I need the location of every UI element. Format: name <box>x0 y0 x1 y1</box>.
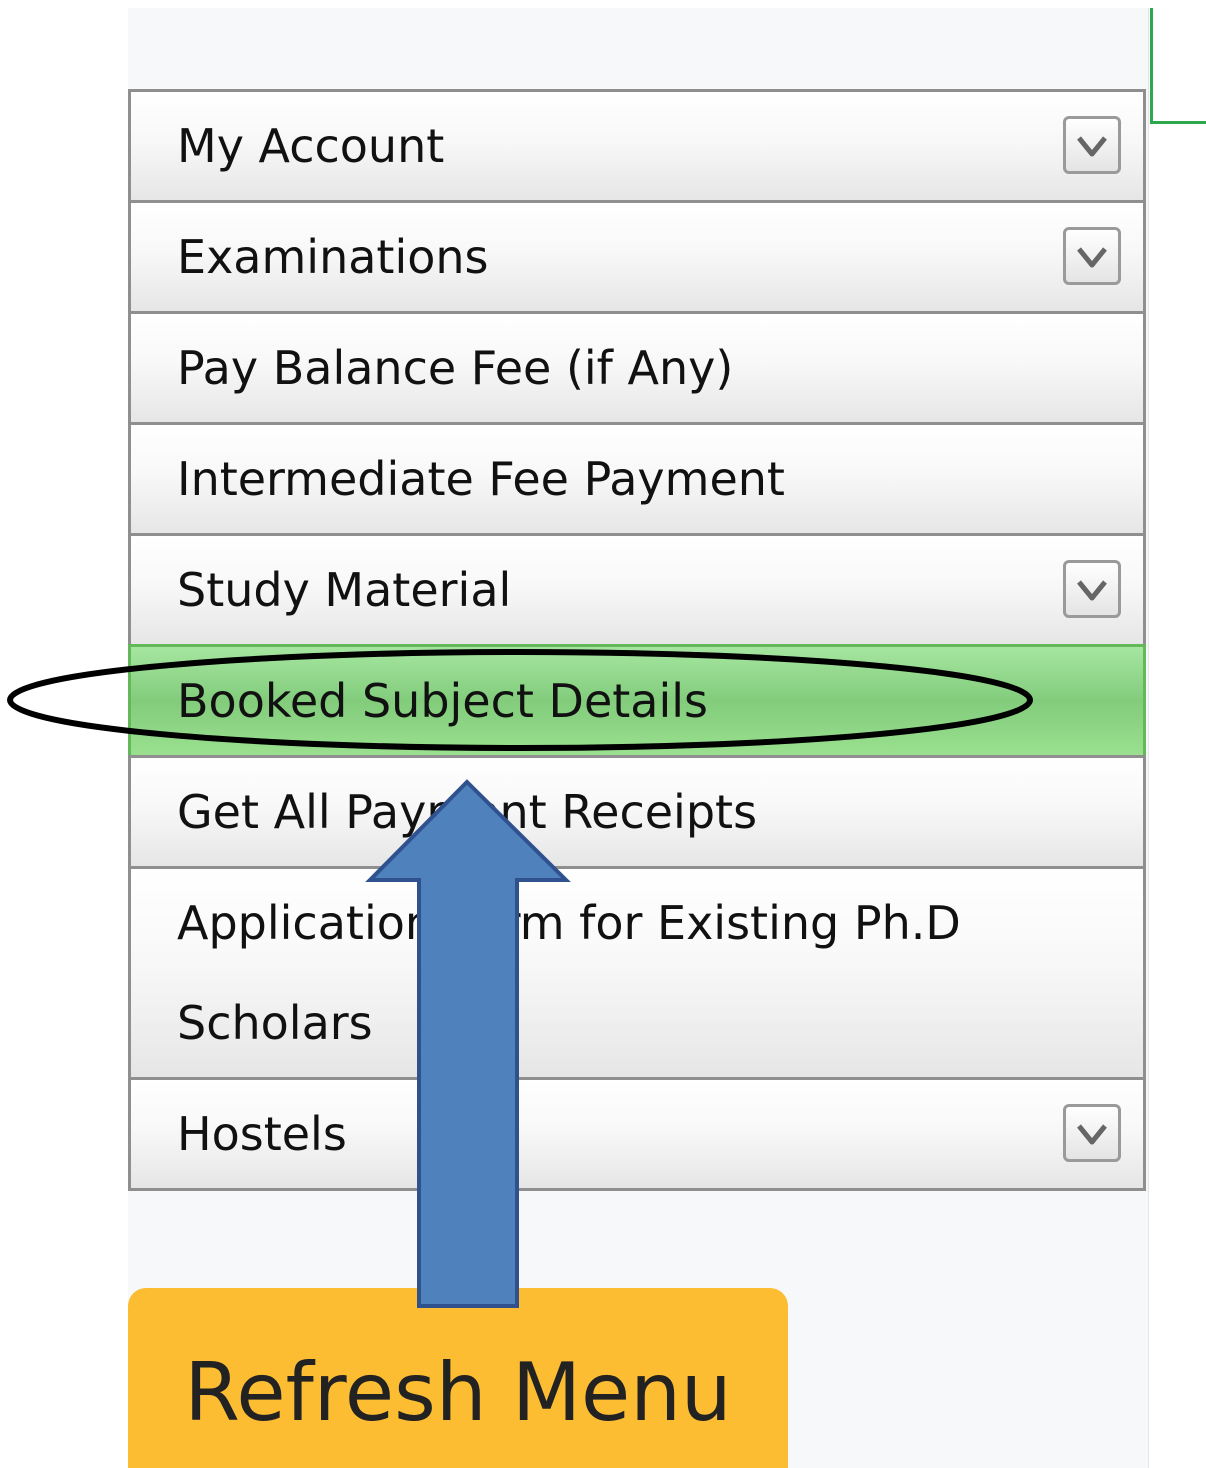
sidebar-item-study-material[interactable]: Study Material <box>128 533 1146 647</box>
chevron-down-icon[interactable] <box>1063 227 1121 285</box>
chevron-down-icon[interactable] <box>1063 1104 1121 1162</box>
sidebar-item-my-account[interactable]: My Account <box>128 89 1146 203</box>
sidebar-item-phd-application-form[interactable]: Application Form for Existing Ph.D Schol… <box>128 866 1146 1080</box>
sidebar-item-hostels[interactable]: Hostels <box>128 1077 1146 1191</box>
sidebar-item-get-all-payment-receipts[interactable]: Get All Payment Receipts <box>128 755 1146 869</box>
chevron-down-icon[interactable] <box>1063 116 1121 174</box>
sidebar-item-label: Booked Subject Details <box>177 674 709 728</box>
sidebar-divider <box>1148 8 1149 1468</box>
sidebar-item-label: Study Material <box>177 563 512 617</box>
sidebar-item-label: Application Form for Existing Ph.D Schol… <box>177 896 961 1050</box>
content-panel-corner <box>1150 8 1206 124</box>
sidebar-item-label: Examinations <box>177 230 489 284</box>
refresh-menu-button[interactable]: Refresh Menu <box>128 1288 788 1468</box>
sidebar-item-booked-subject-details[interactable]: Booked Subject Details <box>128 644 1146 758</box>
sidebar-item-examinations[interactable]: Examinations <box>128 200 1146 314</box>
chevron-down-icon[interactable] <box>1063 560 1121 618</box>
sidebar-item-label: Intermediate Fee Payment <box>177 452 785 506</box>
sidebar-item-pay-balance-fee[interactable]: Pay Balance Fee (if Any) <box>128 311 1146 425</box>
sidebar-menu: My Account Examinations Pay Balance Fee … <box>128 89 1146 1191</box>
sidebar-item-intermediate-fee-payment[interactable]: Intermediate Fee Payment <box>128 422 1146 536</box>
sidebar-item-label: Get All Payment Receipts <box>177 785 758 839</box>
sidebar-item-label: My Account <box>177 119 445 173</box>
sidebar-item-label: Pay Balance Fee (if Any) <box>177 341 734 395</box>
app-window: My Account Examinations Pay Balance Fee … <box>0 0 1206 1468</box>
sidebar-item-label: Hostels <box>177 1107 347 1161</box>
